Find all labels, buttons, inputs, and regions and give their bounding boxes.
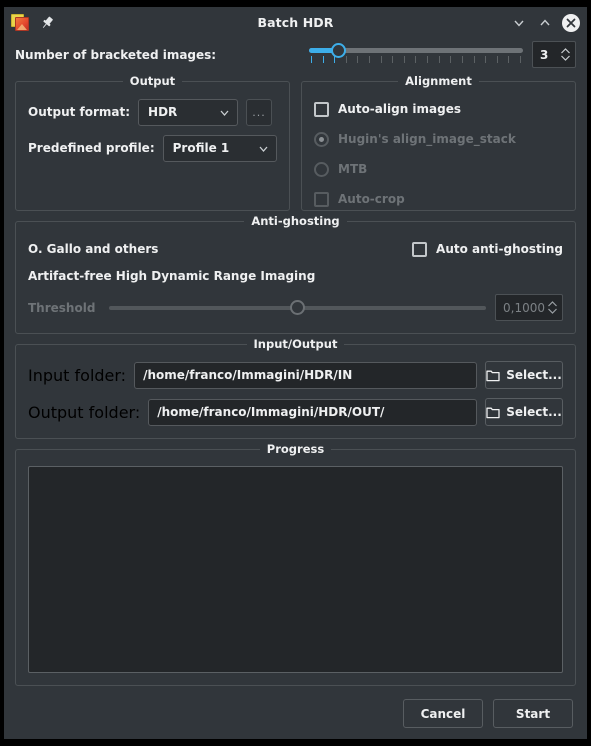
output-format-value: HDR bbox=[148, 105, 178, 119]
output-alignment-columns: Output Output format: HDR ... Predefined… bbox=[15, 71, 576, 211]
predefined-profile-value: Profile 1 bbox=[172, 141, 230, 155]
folder-icon bbox=[486, 370, 500, 381]
progress-group: Progress bbox=[15, 442, 576, 686]
output-folder-select-button[interactable]: Select... bbox=[485, 398, 563, 426]
anti-ghosting-group: Anti-ghosting O. Gallo and others Auto a… bbox=[15, 214, 576, 334]
predefined-profile-label: Predefined profile: bbox=[28, 141, 155, 155]
predefined-profile-row: Predefined profile: Profile 1 bbox=[28, 134, 277, 162]
progress-group-title: Progress bbox=[16, 442, 575, 456]
spinner-down-icon bbox=[561, 55, 570, 61]
footer-buttons: Cancel Start bbox=[15, 699, 576, 728]
output-format-label: Output format: bbox=[28, 105, 131, 119]
auto-anti-ghosting-checkbox[interactable]: Auto anti-ghosting bbox=[412, 238, 563, 260]
checkbox-box bbox=[412, 241, 428, 257]
bracketed-images-row: Number of bracketed images: 3 bbox=[15, 38, 576, 71]
folder-icon bbox=[486, 407, 500, 418]
auto-crop-checkbox[interactable]: Auto-crop bbox=[314, 188, 563, 210]
output-format-options-button[interactable]: ... bbox=[246, 98, 273, 126]
input-folder-field[interactable]: /home/franco/Immagini/HDR/IN bbox=[134, 361, 477, 389]
close-button[interactable] bbox=[561, 13, 581, 33]
predefined-profile-select[interactable]: Profile 1 bbox=[162, 134, 277, 162]
input-folder-label: Input folder: bbox=[28, 365, 127, 385]
alignment-group: Alignment Auto-align images Hugin's alig… bbox=[301, 74, 576, 211]
threshold-value: 0,1000 bbox=[503, 300, 545, 315]
window-controls bbox=[509, 13, 581, 33]
bracketed-images-label: Number of bracketed images: bbox=[15, 47, 217, 62]
output-folder-row: Output folder: /home/franco/Immagini/HDR… bbox=[28, 398, 563, 426]
auto-crop-label: Auto-crop bbox=[338, 192, 405, 206]
title-bar: Batch HDR bbox=[4, 7, 587, 38]
spinner-up-icon bbox=[561, 48, 570, 54]
output-folder-select-label: Select... bbox=[506, 405, 562, 419]
bracketed-images-spinner[interactable]: 3 bbox=[532, 41, 576, 68]
threshold-row: Threshold 0,1000 bbox=[28, 294, 563, 321]
hugin-align-label: Hugin's align_image_stack bbox=[338, 132, 516, 146]
checkbox-box bbox=[314, 191, 329, 207]
input-folder-select-button[interactable]: Select... bbox=[485, 361, 563, 389]
maximize-button[interactable] bbox=[535, 13, 555, 33]
alignment-group-title: Alignment bbox=[302, 74, 575, 88]
cancel-button[interactable]: Cancel bbox=[403, 699, 483, 728]
auto-anti-ghosting-label: Auto anti-ghosting bbox=[436, 242, 563, 256]
output-group-title: Output bbox=[16, 74, 289, 88]
spinner-up-icon bbox=[548, 301, 557, 307]
radio-circle bbox=[314, 131, 329, 147]
progress-log[interactable] bbox=[28, 466, 563, 673]
output-folder-field[interactable]: /home/franco/Immagini/HDR/OUT/ bbox=[148, 398, 477, 426]
chevron-down-icon bbox=[259, 146, 268, 152]
threshold-spinner[interactable]: 0,1000 bbox=[495, 294, 563, 321]
anti-ghosting-author: O. Gallo and others bbox=[28, 242, 159, 256]
batch-hdr-dialog: Batch HDR Number of bracketed images: 3 … bbox=[4, 7, 587, 739]
output-folder-label: Output folder: bbox=[28, 402, 141, 422]
pin-icon[interactable] bbox=[39, 15, 55, 31]
start-button[interactable]: Start bbox=[493, 699, 573, 728]
auto-align-images-checkbox[interactable]: Auto-align images bbox=[314, 98, 563, 120]
threshold-label: Threshold bbox=[28, 300, 96, 315]
input-output-group: Input/Output Input folder: /home/franco/… bbox=[15, 337, 576, 439]
mtb-radio[interactable]: MTB bbox=[314, 158, 563, 180]
input-folder-select-label: Select... bbox=[506, 368, 562, 382]
spinner-arrows[interactable] bbox=[547, 301, 558, 314]
chevron-down-icon bbox=[220, 110, 229, 116]
luminance-hdr-icon bbox=[11, 13, 30, 32]
output-group: Output Output format: HDR ... Predefined… bbox=[15, 74, 290, 211]
auto-align-images-label: Auto-align images bbox=[338, 102, 462, 116]
bracketed-images-value: 3 bbox=[540, 47, 549, 62]
checkbox-box bbox=[314, 101, 329, 117]
spinner-down-icon bbox=[548, 308, 557, 314]
input-folder-row: Input folder: /home/franco/Immagini/HDR/… bbox=[28, 361, 563, 389]
hugin-align-radio[interactable]: Hugin's align_image_stack bbox=[314, 128, 563, 150]
threshold-slider[interactable] bbox=[109, 299, 486, 317]
anti-ghosting-header-row: O. Gallo and others Auto anti-ghosting bbox=[28, 238, 563, 260]
output-format-select[interactable]: HDR bbox=[138, 98, 239, 126]
anti-ghosting-group-title: Anti-ghosting bbox=[16, 214, 575, 228]
anti-ghosting-paper-title: Artifact-free High Dynamic Range Imaging bbox=[28, 269, 316, 283]
page-title: Batch HDR bbox=[257, 15, 334, 30]
output-format-row: Output format: HDR ... bbox=[28, 98, 277, 126]
bracketed-images-slider[interactable] bbox=[309, 42, 523, 68]
mtb-label: MTB bbox=[338, 162, 368, 176]
dialog-body: Number of bracketed images: 3 Output Out… bbox=[4, 38, 587, 739]
minimize-button[interactable] bbox=[509, 13, 529, 33]
radio-circle bbox=[314, 161, 329, 177]
slider-handle[interactable] bbox=[290, 299, 306, 315]
input-output-group-title: Input/Output bbox=[16, 337, 575, 351]
slider-ticks bbox=[311, 55, 521, 64]
spinner-arrows[interactable] bbox=[560, 48, 571, 61]
